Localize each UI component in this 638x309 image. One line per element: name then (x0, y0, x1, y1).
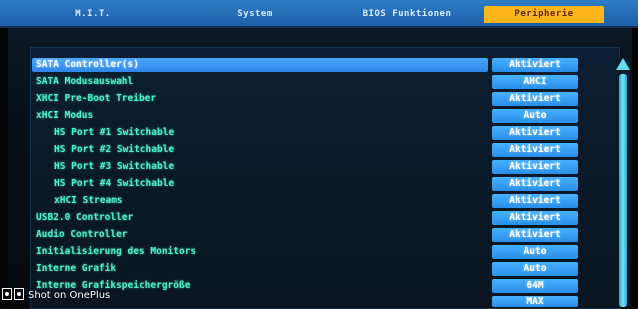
setting-xhci-streams[interactable]: xHCI Streams (54, 194, 123, 208)
setting-hs-port-3[interactable]: HS Port #3 Switchable (54, 160, 174, 174)
value-hs-port-4[interactable]: Aktiviert (492, 177, 578, 191)
setting-interne-grafik[interactable]: Interne Grafik (36, 262, 116, 276)
value-interne-grafik[interactable]: Auto (492, 262, 578, 276)
setting-hs-port-2[interactable]: HS Port #2 Switchable (54, 143, 174, 157)
monitor-bezel-left (0, 0, 8, 307)
value-grafikspeicher[interactable]: 64M (492, 279, 578, 293)
value-hs-port-1[interactable]: Aktiviert (492, 126, 578, 140)
value-sata-modusauswahl[interactable]: AHCI (492, 75, 578, 89)
setting-hs-port-1[interactable]: HS Port #1 Switchable (54, 126, 174, 140)
tab-bios-funktionen[interactable]: BIOS Funktionen (352, 6, 462, 22)
setting-xhci-modus[interactable]: xHCI Modus (36, 109, 93, 123)
value-dvmt-max[interactable]: MAX (492, 296, 578, 307)
setting-sata-controller[interactable]: SATA Controller(s) (32, 58, 488, 72)
setting-sata-modusauswahl[interactable]: SATA Modusauswahl (36, 75, 133, 89)
value-xhci-streams[interactable]: Aktiviert (492, 194, 578, 208)
setting-xhci-pre-boot[interactable]: XHCI Pre-Boot Treiber (36, 92, 156, 106)
value-xhci-modus[interactable]: Auto (492, 109, 578, 123)
camera-lens-icon (2, 288, 24, 302)
value-hs-port-2[interactable]: Aktiviert (492, 143, 578, 157)
tab-bar: M.I.T. System BIOS Funktionen Peripherie (0, 0, 638, 28)
value-hs-port-3[interactable]: Aktiviert (492, 160, 578, 174)
setting-usb2-controller[interactable]: USB2.0 Controller (36, 211, 133, 225)
camera-watermark: Shot on OnePlus (2, 287, 110, 303)
tab-mit[interactable]: M.I.T. (58, 6, 128, 22)
value-sata-controller[interactable]: Aktiviert (492, 58, 578, 72)
setting-init-monitor[interactable]: Initialisierung des Monitors (36, 245, 196, 259)
tab-peripherie[interactable]: Peripherie (484, 6, 604, 23)
setting-audio-controller[interactable]: Audio Controller (36, 228, 128, 242)
monitor-bezel-right (632, 0, 638, 307)
value-audio-controller[interactable]: Aktiviert (492, 228, 578, 242)
value-xhci-pre-boot[interactable]: Aktiviert (492, 92, 578, 106)
scrollbar-thumb[interactable] (619, 74, 627, 307)
watermark-text: Shot on OnePlus (28, 289, 111, 301)
setting-hs-port-4[interactable]: HS Port #4 Switchable (54, 177, 174, 191)
value-usb2-controller[interactable]: Aktiviert (492, 211, 578, 225)
scroll-up-arrow-icon[interactable] (616, 58, 630, 70)
value-init-monitor[interactable]: Auto (492, 245, 578, 259)
tab-system[interactable]: System (220, 6, 290, 22)
